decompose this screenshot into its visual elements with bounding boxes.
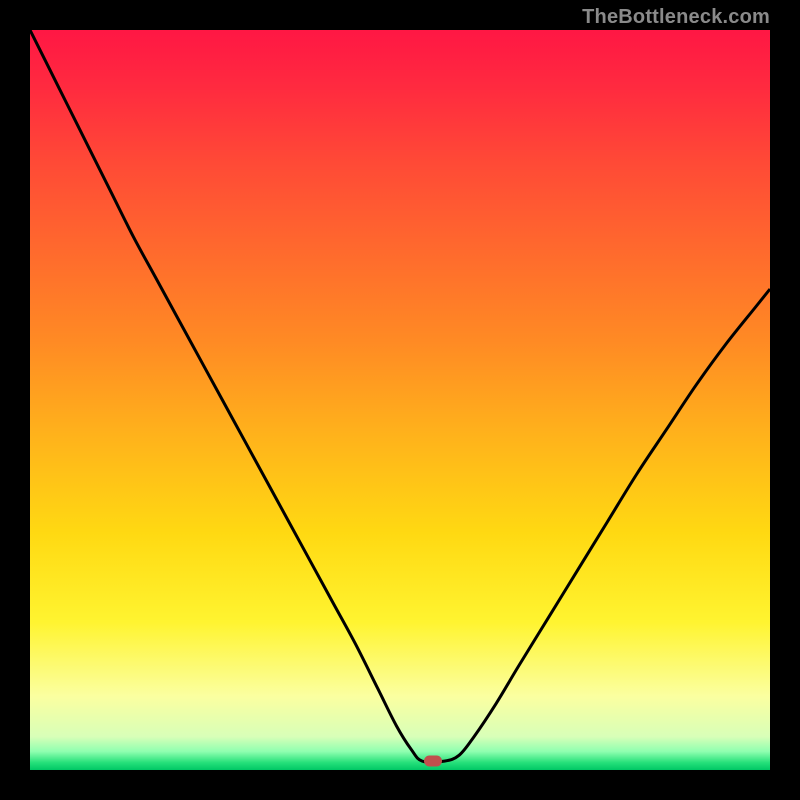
chart-frame: TheBottleneck.com — [0, 0, 800, 800]
optimum-marker — [424, 756, 442, 767]
curve-layer — [30, 30, 770, 770]
plot-area — [30, 30, 770, 770]
watermark-label: TheBottleneck.com — [582, 6, 770, 29]
bottleneck-curve — [30, 30, 770, 762]
